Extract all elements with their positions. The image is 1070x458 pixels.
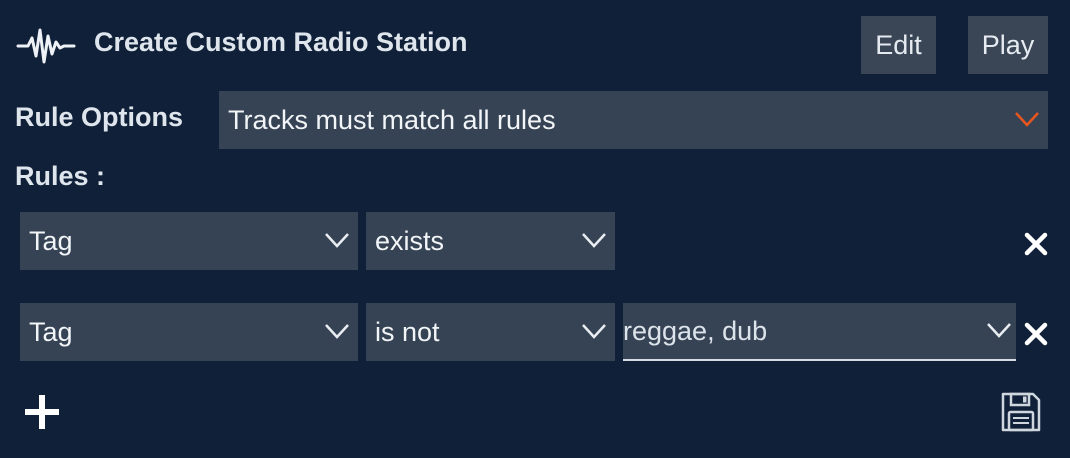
save-floppy-disk-icon[interactable] (999, 390, 1043, 434)
rule-options-value: Tracks must match all rules (228, 104, 556, 135)
page-title: Create Custom Radio Station (94, 27, 468, 57)
rule-2-operator-select[interactable]: is not (366, 303, 615, 361)
rule-2-operator-value: is not (375, 316, 440, 347)
rule-2-field-value: Tag (29, 316, 73, 347)
edit-button[interactable]: Edit (861, 16, 936, 74)
chevron-down-icon (325, 233, 349, 248)
rule-1-operator-value: exists (375, 225, 445, 256)
rule-options-label: Rule Options (15, 102, 183, 132)
chevron-down-icon (582, 324, 606, 339)
rule-options-select[interactable]: Tracks must match all rules (219, 91, 1048, 149)
chevron-down-icon (582, 233, 606, 248)
waveform-icon (16, 28, 76, 64)
rules-label: Rules : (15, 161, 106, 191)
rule-2-value-text: reggae, dub (623, 315, 768, 346)
rule-1-field-select[interactable]: Tag (20, 212, 358, 270)
chevron-down-icon (987, 323, 1011, 338)
remove-rule-2-close-icon[interactable] (1023, 321, 1049, 347)
remove-rule-1-close-icon[interactable] (1023, 231, 1049, 257)
rule-2-field-select[interactable]: Tag (20, 303, 358, 361)
add-rule-plus-icon[interactable] (22, 392, 62, 432)
chevron-down-icon (325, 324, 349, 339)
rule-2-value-select[interactable]: reggae, dub (623, 303, 1016, 361)
rule-1-field-value: Tag (29, 225, 73, 256)
rule-1-operator-select[interactable]: exists (366, 212, 615, 270)
play-button[interactable]: Play (968, 16, 1048, 74)
chevron-down-icon (1015, 112, 1039, 127)
